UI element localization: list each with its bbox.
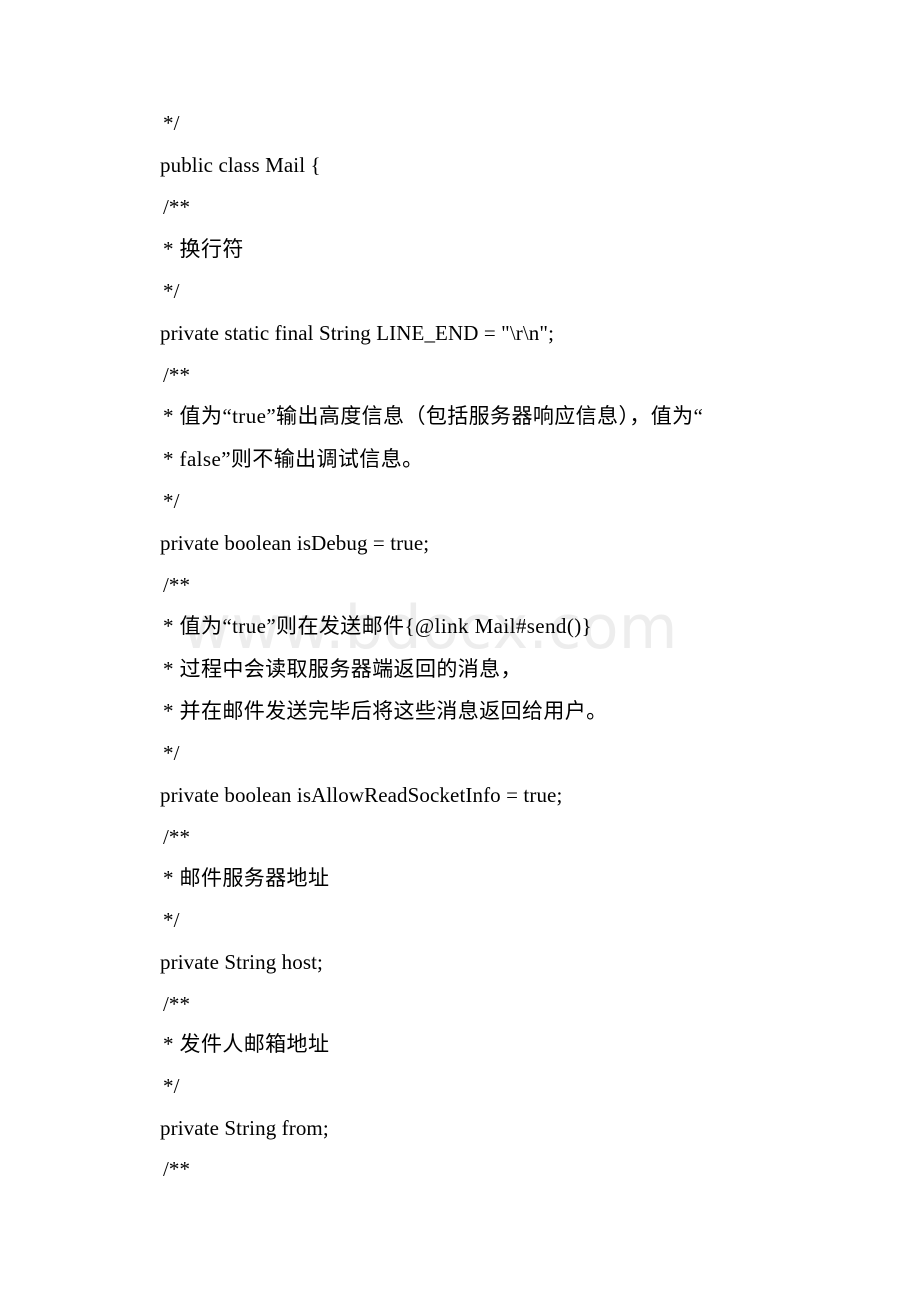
code-line: private String host;: [160, 950, 323, 974]
code-line: private boolean isAllowReadSocketInfo = …: [160, 783, 563, 807]
code-line: */: [163, 1074, 180, 1098]
code-line: /**: [163, 195, 191, 219]
code-line: /**: [163, 363, 191, 387]
document-page: www.bdocx.com */public class Mail {/** * …: [0, 0, 920, 1302]
code-line: */: [163, 741, 180, 765]
code-line: * 换行符: [163, 237, 244, 261]
code-line: /**: [163, 1157, 191, 1181]
code-line: */: [163, 908, 180, 932]
code-line: * 值为“true”则在发送邮件{@link Mail#send()}: [163, 614, 593, 638]
code-line: /**: [163, 825, 191, 849]
code-line: /**: [163, 573, 191, 597]
code-line: public class Mail {: [160, 153, 321, 177]
code-line: */: [163, 279, 180, 303]
code-line: * 过程中会读取服务器端返回的消息，: [163, 657, 522, 681]
code-line: * 值为“true”输出高度信息（包括服务器响应信息），值为“: [163, 404, 704, 428]
code-line: * 发件人邮箱地址: [163, 1032, 330, 1056]
code-line: * false”则不输出调试信息。: [163, 447, 424, 471]
code-line: private static final String LINE_END = "…: [160, 321, 555, 345]
code-line: * 邮件服务器地址: [163, 866, 330, 890]
code-line: private boolean isDebug = true;: [160, 531, 430, 555]
code-line: /**: [163, 992, 191, 1016]
code-line: private String from;: [160, 1116, 329, 1140]
code-line: * 并在邮件发送完毕后将这些消息返回给用户。: [163, 699, 608, 723]
code-line: */: [163, 111, 180, 135]
code-line: */: [163, 489, 180, 513]
